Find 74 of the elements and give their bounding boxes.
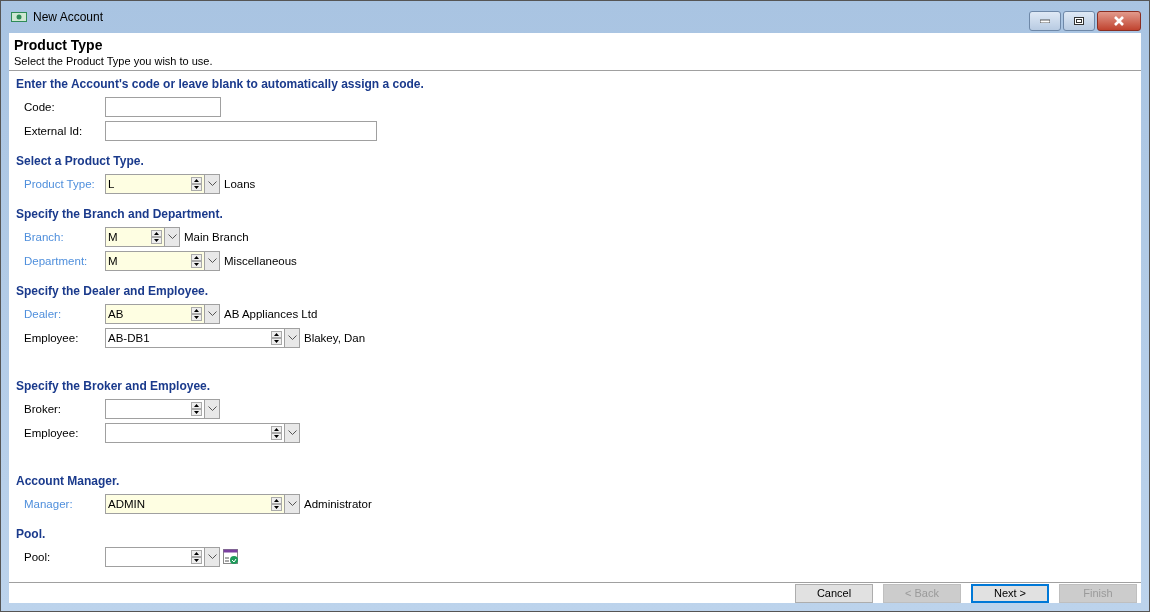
field-description: Blakey, Dan — [304, 332, 366, 344]
combo-field[interactable]: AB-DB1 — [105, 328, 285, 348]
spin-buttons[interactable] — [191, 254, 202, 268]
text-field[interactable] — [105, 121, 377, 141]
spin-buttons[interactable] — [191, 177, 202, 191]
field-label: Branch: — [23, 231, 65, 243]
section-heading: Enter the Account's code or leave blank to automatically assign a code. — [16, 76, 425, 93]
dropdown-button[interactable] — [285, 423, 300, 443]
close-icon — [1113, 16, 1125, 26]
field-label: Department: — [23, 255, 89, 267]
page-subtitle: Select the Product Type you wish to use. — [14, 54, 214, 68]
section-heading: Specify the Broker and Employee. — [16, 378, 212, 395]
dropdown-button[interactable] — [205, 399, 220, 419]
dropdown-button[interactable] — [165, 227, 180, 247]
banknote-icon — [11, 11, 27, 23]
spin-buttons[interactable] — [271, 497, 282, 511]
maximize-button[interactable] — [1063, 11, 1095, 31]
field-label: Product Type: — [23, 178, 96, 190]
caret-icon — [207, 311, 217, 317]
spin-buttons[interactable] — [191, 307, 202, 321]
combo-field[interactable] — [105, 399, 205, 419]
spin-buttons[interactable] — [191, 550, 202, 564]
section-heading: Pool. — [16, 526, 47, 543]
caret-icon — [287, 335, 297, 341]
minimize-icon — [1040, 19, 1050, 23]
page-title: Product Type — [14, 36, 104, 54]
field-label: Broker: — [23, 403, 63, 415]
combo-field[interactable]: M — [105, 227, 165, 247]
dropdown-button[interactable] — [205, 547, 220, 567]
spin-buttons[interactable] — [151, 230, 162, 244]
field-description: AB Appliances Ltd — [224, 308, 318, 320]
dropdown-button[interactable] — [285, 494, 300, 514]
calendar-icon[interactable] — [223, 549, 239, 565]
combo-field[interactable]: AB — [105, 304, 205, 324]
field-label: Manager: — [23, 498, 74, 510]
section-heading: Specify the Branch and Department. — [16, 206, 224, 223]
combo-field[interactable]: M — [105, 251, 205, 271]
field-label: Code: — [23, 101, 56, 113]
combo-field[interactable] — [105, 547, 205, 567]
field-description: Main Branch — [184, 231, 249, 243]
caret-icon — [287, 430, 297, 436]
spin-buttons[interactable] — [191, 402, 202, 416]
caret-icon — [207, 181, 217, 187]
text-field[interactable] — [105, 97, 221, 117]
combo-field[interactable]: ADMIN — [105, 494, 285, 514]
field-label: External Id: — [23, 125, 84, 137]
combo-field[interactable]: L — [105, 174, 205, 194]
field-description: Miscellaneous — [224, 255, 297, 267]
window-title: New Account — [33, 10, 104, 24]
caret-icon — [207, 406, 217, 412]
section-heading: Specify the Dealer and Employee. — [16, 283, 210, 300]
maximize-icon — [1074, 17, 1084, 25]
field-label: Dealer: — [23, 308, 63, 320]
field-label: Pool: — [23, 551, 52, 563]
wizard-button[interactable]: Next > — [971, 583, 1049, 603]
caret-icon — [207, 258, 217, 264]
spin-buttons[interactable] — [271, 331, 282, 345]
spin-buttons[interactable] — [271, 426, 282, 440]
caret-icon — [287, 501, 297, 507]
section-heading: Account Manager. — [16, 473, 121, 490]
caret-icon — [167, 234, 177, 240]
dropdown-button[interactable] — [205, 304, 220, 324]
section-heading: Select a Product Type. — [16, 153, 145, 170]
field-description: Administrator — [304, 498, 372, 510]
dropdown-button[interactable] — [205, 174, 220, 194]
field-label: Employee: — [23, 427, 80, 439]
caret-icon — [207, 554, 217, 560]
dropdown-button[interactable] — [285, 328, 300, 348]
dropdown-button[interactable] — [205, 251, 220, 271]
combo-field[interactable] — [105, 423, 285, 443]
field-label: Employee: — [23, 332, 80, 344]
wizard-button[interactable]: Cancel — [795, 583, 873, 603]
close-button[interactable] — [1097, 11, 1141, 31]
field-description: Loans — [224, 178, 256, 190]
